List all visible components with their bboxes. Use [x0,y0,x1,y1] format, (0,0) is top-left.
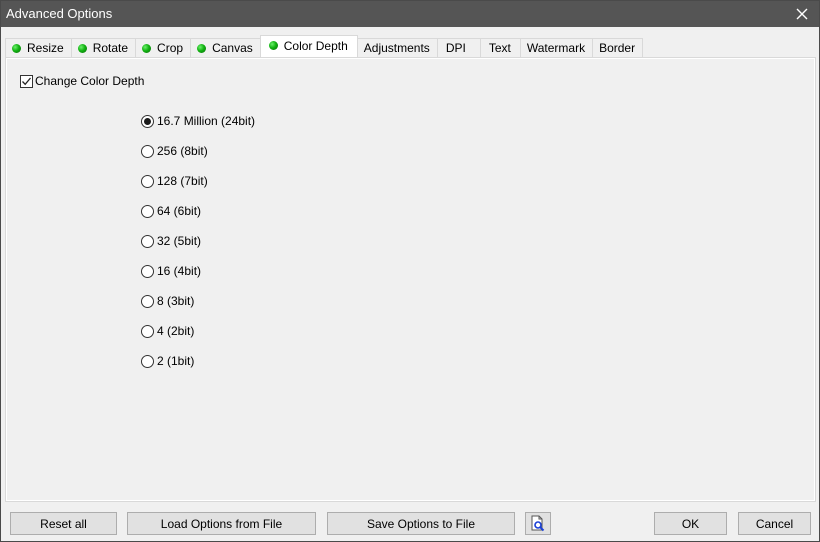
status-dot-icon [197,43,207,53]
tab-strip: Resize Rotate Crop Canvas Color Depth Ad… [5,35,644,57]
radio-8bit[interactable]: 256 (8bit) [141,144,255,158]
tab-label: DPI [445,41,466,55]
tab-color-depth[interactable]: Color Depth [259,35,358,57]
preview-options-button[interactable] [525,512,551,535]
change-color-depth-checkbox[interactable]: Change Color Depth [20,74,144,88]
status-dot-icon [12,43,21,53]
radio-label: 16.7 Million (24bit) [157,114,256,128]
checkmark-icon [22,77,31,85]
radio-label: 64 (6bit) [157,204,202,218]
status-dot-icon [268,41,278,50]
save-options-button[interactable]: Save Options to File [327,512,515,535]
tab-label: Canvas [212,41,253,55]
radio-label: 32 (5bit) [157,234,202,248]
tab-rotate[interactable]: Rotate [70,38,137,57]
radio-button[interactable] [141,294,154,308]
tab-label: Adjustments [363,41,430,55]
radio-7bit[interactable]: 128 (7bit) [141,174,255,188]
close-icon [796,8,808,20]
close-button[interactable] [785,1,819,27]
tab-dpi[interactable]: DPI [436,38,481,57]
radio-4bit[interactable]: 16 (4bit) [141,264,255,278]
radio-button[interactable] [141,264,154,278]
radio-button[interactable] [141,174,154,188]
radio-24bit[interactable]: 16.7 Million (24bit) [141,114,255,128]
radio-6bit[interactable]: 64 (6bit) [141,204,255,218]
status-dot-icon [142,43,152,53]
cancel-button[interactable]: Cancel [738,512,811,535]
radio-label: 16 (4bit) [157,264,202,278]
tab-label: Crop [157,41,184,55]
tab-resize[interactable]: Resize [5,38,72,57]
tab-label: Text [488,41,511,55]
radio-button[interactable] [141,354,154,368]
tab-label: Watermark [526,41,586,55]
title-bar: Advanced Options [1,1,819,27]
tab-label: Color Depth [283,38,348,53]
tab-label: Rotate [92,41,129,55]
checkbox-box[interactable] [20,74,33,88]
radio-label: 256 (8bit) [157,144,208,158]
radio-button[interactable] [141,144,154,158]
checkbox-label: Change Color Depth [35,74,145,88]
ok-button[interactable]: OK [654,512,727,535]
radio-button[interactable] [141,114,154,128]
color-depth-options: 16.7 Million (24bit) 256 (8bit) 128 (7bi… [141,114,255,384]
radio-5bit[interactable]: 32 (5bit) [141,234,255,248]
window-title: Advanced Options [6,6,113,21]
tab-adjustments[interactable]: Adjustments [356,38,438,57]
tab-label: Resize [27,41,64,55]
tab-text[interactable]: Text [479,38,521,57]
advanced-options-dialog: Advanced Options Resize Rotate Crop Canv… [0,0,820,542]
tab-border[interactable]: Border [592,38,644,57]
radio-label: 8 (3bit) [157,294,195,308]
tab-crop[interactable]: Crop [135,38,192,57]
radio-selected-dot [144,117,151,125]
radio-label: 128 (7bit) [157,174,208,188]
tab-label: Border [599,41,636,55]
radio-label: 2 (1bit) [157,354,195,368]
reset-all-button[interactable]: Reset all [10,512,117,535]
radio-button[interactable] [141,204,154,218]
tab-canvas[interactable]: Canvas [190,38,261,57]
radio-label: 4 (2bit) [157,324,195,338]
radio-button[interactable] [141,324,154,338]
radio-2bit[interactable]: 4 (2bit) [141,324,255,338]
load-options-button[interactable]: Load Options from File [127,512,316,535]
document-search-icon [531,515,545,532]
tab-watermark[interactable]: Watermark [519,38,594,57]
radio-3bit[interactable]: 8 (3bit) [141,294,255,308]
radio-1bit[interactable]: 2 (1bit) [141,354,255,368]
status-dot-icon [77,43,87,53]
color-depth-panel: Change Color Depth 16.7 Million (24bit) … [5,57,816,502]
radio-button[interactable] [141,234,154,248]
